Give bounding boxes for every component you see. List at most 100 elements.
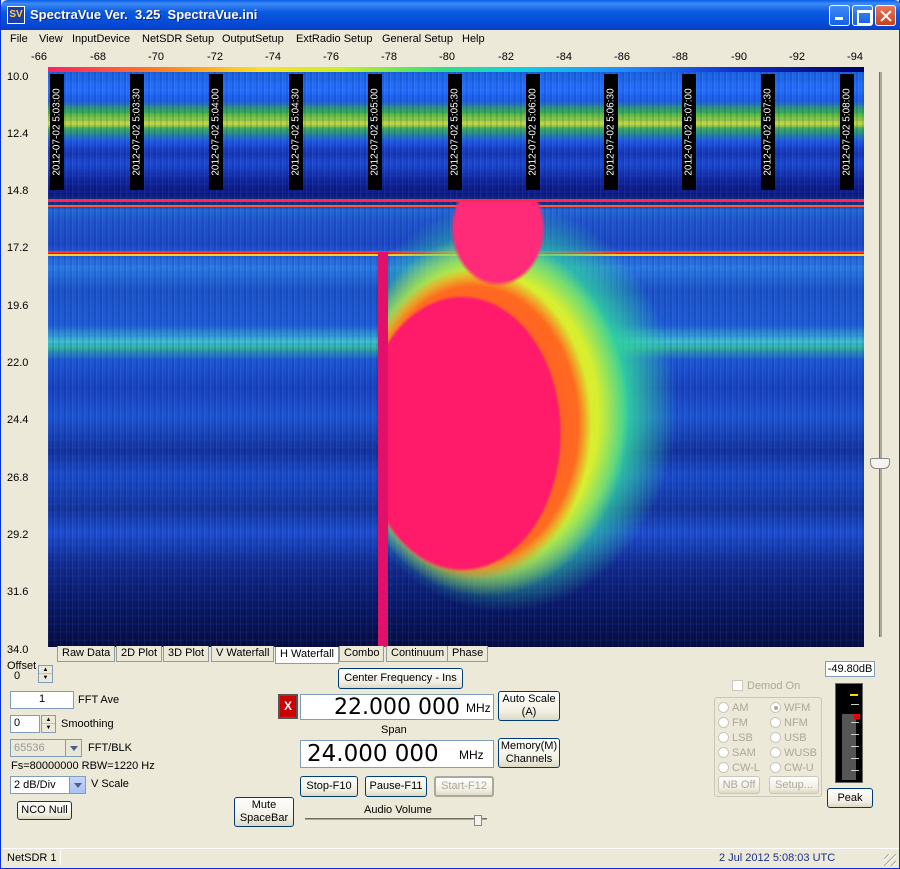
nco-null-button[interactable]: NCO Null [17,801,72,820]
radio-icon [770,747,781,758]
tab-continuum[interactable]: Continuum [386,646,450,662]
radio-wusb[interactable]: WUSB [770,747,817,759]
color-scale-tick: -72 [207,51,223,63]
timestamp-label: 2012-07-02 5:05:00 [368,74,382,190]
status-datetime: 2 Jul 2012 5:08:03 UTC [719,852,836,864]
tab-combo[interactable]: Combo [339,646,385,662]
minimize-icon [830,6,849,25]
menu-file[interactable]: File [10,33,28,45]
maximize-button[interactable] [852,5,873,26]
radio-am[interactable]: AM [718,702,749,714]
radio-cw-l[interactable]: CW-L [718,762,760,774]
resize-grip-icon[interactable] [884,854,896,866]
status-bar: NetSDR 1 2 Jul 2012 5:08:03 UTC [2,848,899,868]
color-scale-tick: -66 [31,51,47,63]
fft-blk-label: FFT/BLK [88,742,133,754]
timestamp-label: 2012-07-02 5:05:30 [448,74,462,190]
center-frequency-button[interactable]: Center Frequency - Ins [338,668,463,689]
spin-up-icon[interactable]: ▲ [39,666,52,674]
nb-off-button[interactable]: NB Off [718,776,760,794]
radio-wfm[interactable]: WFM [770,702,810,714]
tab-v-waterfall[interactable]: V Waterfall [211,646,275,662]
offset-spinner[interactable]: ▲ ▼ [38,665,53,683]
menu-inputdevice[interactable]: InputDevice [72,33,130,45]
meter-threshold-mark [850,694,858,696]
radio-sam[interactable]: SAM [718,747,756,759]
fft-blk-select[interactable]: 65536 [10,739,82,757]
color-scale-tick: -78 [381,51,397,63]
menu-general-setup[interactable]: General Setup [382,33,453,45]
red-indicator[interactable]: X [278,694,298,719]
smoothing-input[interactable]: 0 [10,715,40,733]
radio-lsb[interactable]: LSB [718,732,753,744]
spin-down-icon[interactable]: ▼ [39,674,52,682]
menu-view[interactable]: View [39,33,63,45]
timestamp-label: 2012-07-02 5:06:00 [526,74,540,190]
pause-button[interactable]: Pause-F11 [365,776,427,797]
time-axis-tick: 24.4 [7,414,29,426]
offset-value[interactable]: 0 [11,670,35,685]
reference-level-slider-track[interactable] [879,72,882,637]
color-scale-tick: -74 [265,51,281,63]
demod-setup-button[interactable]: Setup... [769,776,819,794]
radio-usb[interactable]: USB [770,732,807,744]
minimize-button[interactable] [829,5,850,26]
menu-netsdr-setup[interactable]: NetSDR Setup [142,33,214,45]
spin-down-icon[interactable]: ▼ [42,724,55,732]
color-scale-tick: -88 [672,51,688,63]
app-icon[interactable]: SV [7,6,25,24]
timestamp-label: 2012-07-02 5:08:00 [840,74,854,190]
audio-volume-thumb[interactable] [473,815,482,826]
menu-outputsetup[interactable]: OutputSetup [222,33,284,45]
chevron-down-icon [69,777,85,793]
close-button[interactable] [875,5,896,26]
center-frequency-display[interactable]: 22.000 000 [300,694,494,720]
time-axis-tick: 29.2 [7,529,29,541]
radio-icon [718,702,729,713]
timestamp-label: 2012-07-02 5:07:30 [761,74,775,190]
stop-button[interactable]: Stop-F10 [300,776,358,797]
smoothing-spinner[interactable]: ▲ ▼ [41,715,56,733]
fft-blk-value: 65536 [14,742,45,754]
time-axis-tick: 17.2 [7,242,29,254]
spin-up-icon[interactable]: ▲ [42,716,55,724]
menu-help[interactable]: Help [462,33,485,45]
fft-ave-input[interactable]: 1 [10,691,74,709]
demod-on-checkbox[interactable]: Demod On [732,680,800,692]
timestamp-label: 2012-07-02 5:06:30 [604,74,618,190]
color-scale-tick: -90 [731,51,747,63]
color-scale-tick: -94 [847,51,863,63]
color-scale-tick: -92 [789,51,805,63]
radio-cw-u[interactable]: CW-U [770,762,814,774]
chevron-down-icon [65,740,81,756]
mute-button[interactable]: Mute SpaceBar [234,797,294,827]
start-button[interactable]: Start-F12 [434,776,494,797]
audio-volume-slider[interactable] [305,818,487,820]
vscale-select[interactable]: 2 dB/Div [10,776,86,794]
memory-channels-button[interactable]: Memory(M) Channels [498,738,560,768]
menu-extradio-setup[interactable]: ExtRadio Setup [296,33,372,45]
timestamp-label: 2012-07-02 5:07:00 [682,74,696,190]
radio-nfm[interactable]: NFM [770,717,808,729]
tab-h-waterfall[interactable]: H Waterfall [275,647,339,664]
tab-3d-plot[interactable]: 3D Plot [163,646,210,662]
time-axis-tick: 34.0 [7,644,29,656]
vscale-label: V Scale [91,778,129,790]
spectravue-window: SV SpectraVue Ver. 3.25 SpectraVue.ini F… [0,0,900,869]
fs-rbw-readout: Fs=80000000 RBW=1220 Hz [11,760,155,772]
radio-icon [718,747,729,758]
tab-phase[interactable]: Phase [447,646,489,662]
title-bar[interactable]: SV SpectraVue Ver. 3.25 SpectraVue.ini [1,0,900,30]
peak-button[interactable]: Peak [827,788,873,808]
tab-raw-data[interactable]: Raw Data [57,646,116,662]
color-scale-tick: -86 [614,51,630,63]
radio-icon [770,762,781,773]
span-label: Span [381,724,407,736]
waterfall-display[interactable]: 2012-07-02 5:03:00 2012-07-02 5:03:30 20… [48,72,864,647]
color-scale-tick: -84 [556,51,572,63]
tab-2d-plot[interactable]: 2D Plot [116,646,163,662]
time-axis-tick: 26.8 [7,472,29,484]
auto-scale-button[interactable]: Auto Scale (A) [498,691,560,721]
reference-level-slider-thumb[interactable] [870,458,890,469]
radio-fm[interactable]: FM [718,717,748,729]
